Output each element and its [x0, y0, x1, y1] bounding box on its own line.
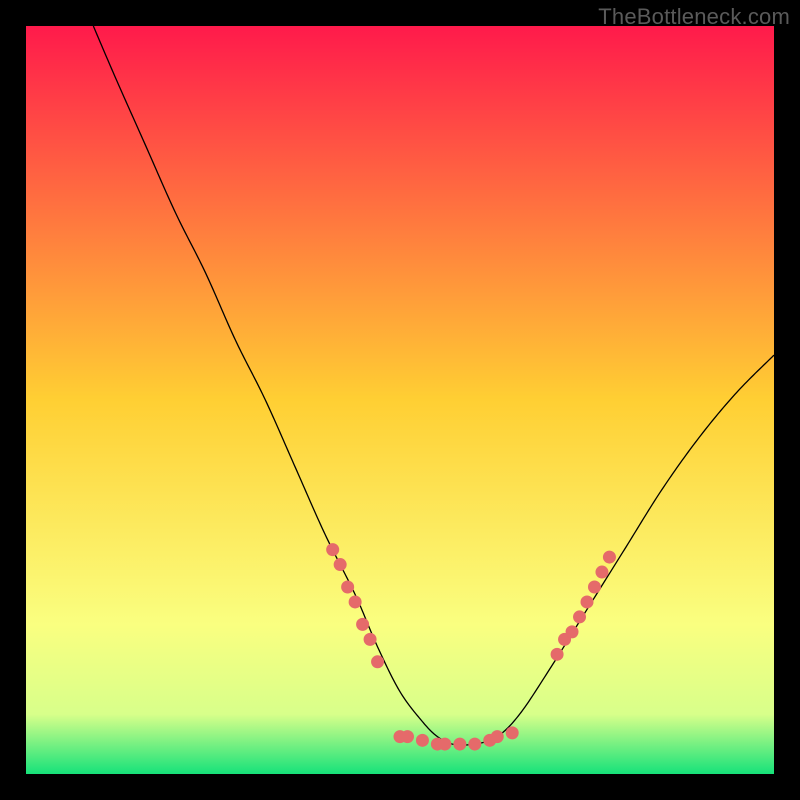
highlight-dot: [573, 610, 586, 623]
highlight-dot: [334, 558, 347, 571]
highlight-dot: [341, 581, 354, 594]
highlight-dot: [371, 655, 384, 668]
highlight-dot: [566, 625, 579, 638]
highlight-dot: [364, 633, 377, 646]
highlight-dot: [468, 738, 481, 751]
chart-frame: TheBottleneck.com: [0, 0, 800, 800]
highlight-dot: [551, 648, 564, 661]
highlight-dot: [326, 543, 339, 556]
highlight-dot: [581, 595, 594, 608]
highlight-dot: [349, 595, 362, 608]
gradient-background: [26, 26, 774, 774]
watermark-label: TheBottleneck.com: [598, 4, 790, 30]
highlight-dot: [595, 566, 608, 579]
highlight-dot: [356, 618, 369, 631]
highlight-dot: [453, 738, 466, 751]
highlight-dot: [401, 730, 414, 743]
highlight-dot: [588, 581, 601, 594]
highlight-dot: [506, 726, 519, 739]
highlight-dot: [438, 738, 451, 751]
chart-svg: [26, 26, 774, 774]
highlight-dot: [491, 730, 504, 743]
highlight-dot: [603, 551, 616, 564]
plot-area: [26, 26, 774, 774]
highlight-dot: [416, 734, 429, 747]
